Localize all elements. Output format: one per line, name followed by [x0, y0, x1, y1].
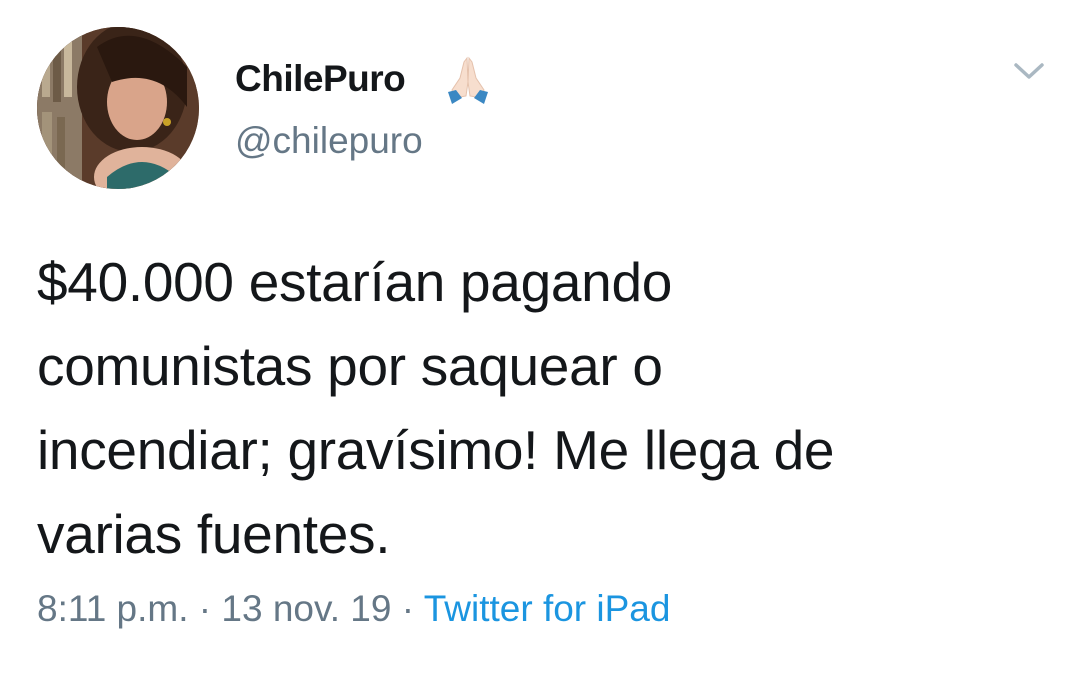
- avatar-photo: [37, 27, 199, 189]
- tweet-date[interactable]: 13 nov. 19: [221, 588, 391, 629]
- display-name[interactable]: ChilePuro: [235, 58, 406, 100]
- folded-hands-icon: [440, 52, 496, 108]
- tweet: ChilePuro @chilepuro $40.000 estarían pa…: [0, 0, 1080, 677]
- tweet-text-line: comunistas por saquear o: [37, 335, 663, 397]
- meta-separator: ·: [401, 588, 415, 629]
- tweet-text-line: incendiar; gravísimo! Me llega de: [37, 419, 835, 481]
- avatar[interactable]: [37, 27, 199, 189]
- tweet-time[interactable]: 8:11 p.m.: [37, 588, 189, 629]
- tweet-meta: 8:11 p.m. · 13 nov. 19 · Twitter for iPa…: [37, 588, 670, 630]
- chevron-down-icon[interactable]: [1010, 57, 1048, 85]
- tweet-source-link[interactable]: Twitter for iPad: [424, 588, 671, 629]
- meta-separator: ·: [198, 588, 212, 629]
- tweet-text: $40.000 estarían pagando comunistas por …: [37, 240, 1047, 576]
- user-handle[interactable]: @chilepuro: [235, 120, 423, 162]
- tweet-text-line: $40.000 estarían pagando: [37, 251, 673, 313]
- tweet-text-line: varias fuentes.: [37, 503, 391, 565]
